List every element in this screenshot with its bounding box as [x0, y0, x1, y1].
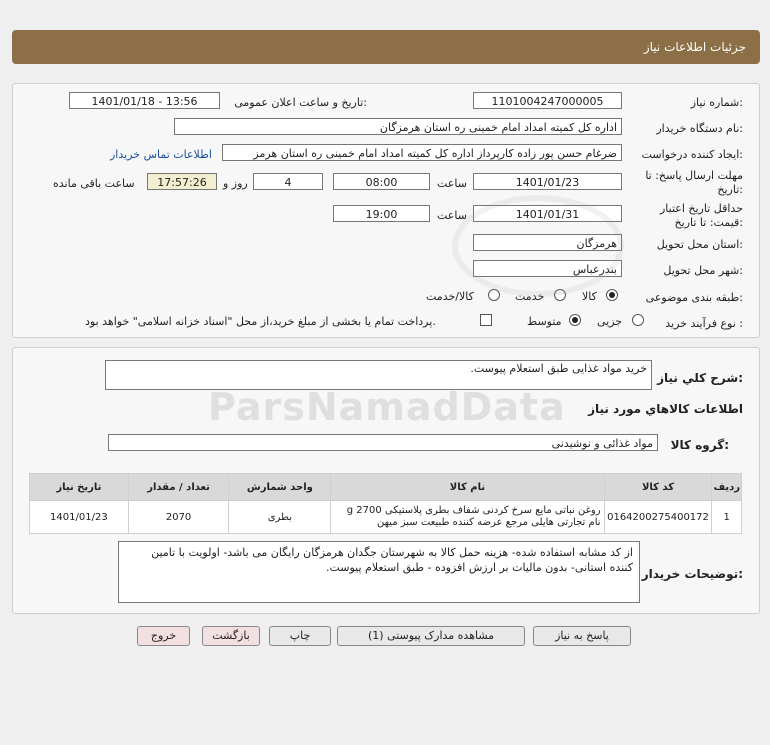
announce-label: تاریخ و ساعت اعلان عمومی: [234, 96, 367, 109]
exit-button[interactable]: خروج [137, 626, 190, 646]
goods-group-label: گروه کالا: [670, 438, 729, 452]
process-radio-medium[interactable] [569, 314, 581, 326]
province-label: استان محل تحویل: [656, 238, 743, 251]
buyer-field[interactable]: اداره کل کمیته امداد امام خمینی ره استان… [174, 118, 622, 135]
buyer-label: نام دستگاه خریدار: [656, 122, 743, 135]
print-button[interactable]: چاپ [269, 626, 331, 646]
category-option-goods-service: کالا/خدمت [426, 290, 474, 303]
need-number-label: شماره نیاز: [690, 96, 743, 109]
process-option-minor: جزیی [597, 315, 623, 328]
creator-field[interactable]: ضرغام حسن پور زاده کارپرداز اداره کل کمی… [222, 144, 622, 161]
remaining-label: ساعت باقی مانده [53, 177, 135, 190]
reply-button[interactable]: پاسخ به نیاز [533, 626, 631, 646]
buyer-notes-label: توضیحات خریدار: [641, 567, 743, 581]
table-row[interactable]: 1 0164200275400172 روغن نباتی مایع سرخ ک… [29, 500, 742, 534]
deadline-time-field[interactable]: 08:00 [333, 173, 430, 190]
announce-field[interactable]: 1401/01/18 - 13:56 [69, 92, 220, 109]
validity-label: حداقل تاریخ اعتبار [659, 202, 743, 215]
deadline-time-label: ساعت [437, 177, 467, 190]
days-remaining-field[interactable]: 4 [253, 173, 323, 190]
watermark-seal [452, 195, 624, 297]
process-radio-minor[interactable] [632, 314, 644, 326]
watermark-logo: ParsNamadData [208, 385, 566, 429]
validity-label-date: قیمت: تا تاریخ: [674, 216, 743, 229]
page-header: جزئیات اطلاعات نیاز [12, 30, 760, 64]
creator-label: ایجاد کننده درخواست: [641, 148, 743, 161]
col-qty-header: تعداد / مقدار [127, 473, 230, 501]
need-number-field[interactable]: 1101004247000005 [473, 92, 622, 109]
col-date-header: تاریخ نیاز [29, 473, 129, 501]
category-label: طبقه بندی موضوعی: [645, 291, 743, 304]
col-code-header: کد کالا [603, 473, 713, 501]
goods-group-field[interactable]: مواد غذائی و نوشیدنی [108, 434, 658, 451]
col-row-header: ردیف [711, 473, 742, 501]
remaining-time-field: 17:57:26 [147, 173, 217, 190]
city-label: شهر محل تحویل: [663, 264, 743, 277]
col-unit-header: واحد شمارش [228, 473, 332, 501]
back-button[interactable]: بازگشت [202, 626, 260, 646]
category-option-goods: کالا [582, 290, 597, 303]
cell-row: 1 [711, 500, 742, 534]
col-name-header: نام کالا [330, 473, 605, 501]
goods-info-title: اطلاعات کالاهاي مورد نياز [588, 402, 743, 416]
goods-table: ردیف کد کالا نام کالا واحد شمارش تعداد /… [29, 473, 742, 534]
attachments-button[interactable]: مشاهده مدارک پیوستی (1) [337, 626, 525, 646]
deadline-label: مهلت ارسال پاسخ: تا [645, 169, 743, 182]
deadline-date-field[interactable]: 1401/01/23 [473, 173, 622, 190]
validity-time-field[interactable]: 19:00 [333, 205, 430, 222]
cell-name-line2: نام تجارتی هایلی مرجع عرضه کننده طبیعت س… [376, 517, 601, 528]
deadline-label-date: تاریخ: [717, 183, 743, 196]
treasury-checkbox[interactable] [480, 314, 492, 326]
process-option-medium: متوسط [527, 315, 562, 328]
buyer-notes-field[interactable]: از کد مشابه استفاده شده- هزینه حمل کالا … [118, 541, 640, 603]
cell-date: 1401/01/23 [29, 500, 129, 534]
summary-field[interactable]: خرید مواد غذایی طبق استعلام پیوست. [105, 360, 652, 390]
process-label: نوع فرآیند خرید : [665, 317, 743, 330]
category-radio-goods[interactable] [606, 289, 618, 301]
cell-name: روغن نباتی مایع سرخ کردنی شفاف بطری پلاس… [330, 500, 605, 534]
cell-name-line1: روغن نباتی مایع سرخ کردنی شفاف بطری پلاس… [346, 505, 601, 516]
treasury-note: پرداخت تمام یا بخشی از مبلغ خرید،از محل … [85, 315, 436, 328]
cell-qty: 2070 [127, 500, 230, 534]
page-title: جزئیات اطلاعات نیاز [643, 40, 746, 54]
days-label: روز و [223, 177, 248, 190]
summary-label: شرح کلي نياز: [657, 371, 743, 385]
cell-code: 0164200275400172 [603, 500, 713, 534]
cell-unit: بطری [228, 500, 332, 534]
contact-buyer-link[interactable]: اطلاعات تماس خریدار [110, 148, 212, 161]
